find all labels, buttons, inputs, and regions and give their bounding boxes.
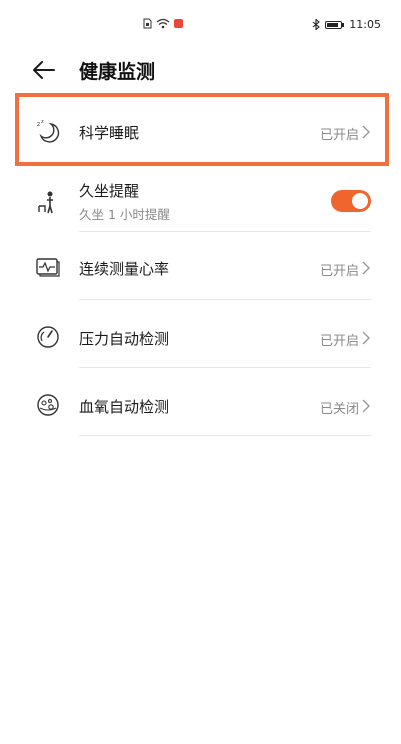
- sleep-label: 科学睡眠: [79, 124, 140, 142]
- back-button[interactable]: [30, 58, 58, 82]
- divider: [79, 435, 371, 436]
- status-bar-notifications: [143, 18, 183, 29]
- heart-rate-status: 已开启: [319, 264, 359, 279]
- list-item-spo2[interactable]: 血氧自动检测 已关闭: [0, 368, 401, 436]
- sleep-status: 已开启: [319, 128, 359, 143]
- stress-label: 压力自动检测: [79, 330, 170, 348]
- chevron-right-icon: [362, 261, 370, 275]
- blood-oxygen-icon: [37, 394, 59, 416]
- chevron-right-icon: [362, 331, 370, 345]
- sedentary-toggle[interactable]: [331, 190, 371, 212]
- sedentary-sublabel: 久坐 1 小时提醒: [79, 207, 170, 222]
- list-item-stress[interactable]: 压力自动检测 已开启: [0, 300, 401, 368]
- stress-status: 已开启: [319, 334, 359, 349]
- spo2-label: 血氧自动检测: [79, 398, 170, 416]
- status-time: 11:05: [349, 18, 381, 31]
- moon-sleep-icon: z z: [37, 119, 60, 143]
- battery-tip: [342, 22, 345, 27]
- heart-rate-monitor-icon: [36, 258, 60, 277]
- app-notification-icon: [174, 19, 183, 28]
- bluetooth-icon: [312, 19, 321, 30]
- sedentary-person-icon: [38, 191, 53, 214]
- spo2-status: 已关闭: [319, 402, 359, 417]
- heart-rate-label: 连续测量心率: [79, 260, 170, 278]
- status-bar-system: 11:05: [312, 18, 381, 31]
- page-header: 健康监测: [0, 52, 401, 88]
- status-bar: 11:05: [0, 0, 401, 52]
- page-title: 健康监测: [79, 61, 156, 83]
- battery-icon: [325, 20, 343, 29]
- list-item-sleep[interactable]: z z 科学睡眠 已开启: [0, 100, 401, 164]
- sedentary-label: 久坐提醒: [79, 182, 140, 200]
- wifi-icon: [156, 18, 170, 29]
- toggle-knob: [352, 193, 368, 209]
- arrow-left-icon: [33, 61, 55, 79]
- svg-text:z: z: [37, 121, 40, 128]
- chevron-right-icon: [362, 399, 370, 413]
- gauge-icon: [37, 326, 59, 348]
- svg-text:z: z: [41, 119, 44, 125]
- list-item-sedentary: 久坐提醒 久坐 1 小时提醒: [0, 166, 401, 232]
- list-item-heart-rate[interactable]: 连续测量心率 已开启: [0, 232, 401, 300]
- chevron-right-icon: [362, 125, 370, 139]
- sim-icon: [143, 18, 152, 29]
